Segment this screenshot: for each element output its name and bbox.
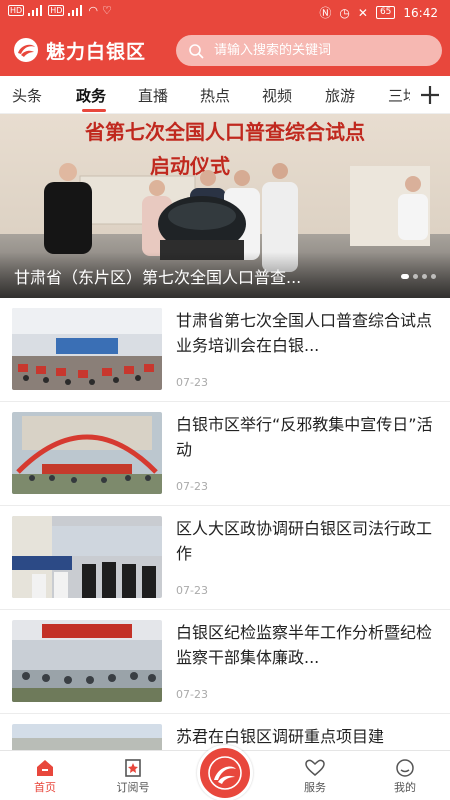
news-date: 07-23 (176, 688, 208, 701)
brand: 魅力白银区 (12, 36, 146, 64)
nav-profile-label: 我的 (394, 781, 416, 794)
signal-icon (68, 5, 84, 16)
list-item[interactable]: 区人大区政协调研白银区司法行政工作 07-23 (0, 506, 450, 610)
banner-caption[interactable]: 甘肃省（东片区）第七次全国人口普查... (14, 264, 301, 288)
news-list: 甘肃省第七次全国人口普查综合试点业务培训会在白银... 07-23 白银市区举行… (0, 298, 450, 750)
tab-headlines[interactable]: 头条 (12, 85, 42, 106)
subscribe-icon (125, 759, 141, 777)
mute-icon: ✕ (357, 5, 368, 20)
battery-icon: 65 (375, 6, 396, 19)
banner-carousel[interactable]: 省第七次全国人口普查综合试点 启动仪式 甘肃省（东片区）第七次全国人口普查... (0, 114, 450, 298)
search-input[interactable] (214, 43, 434, 58)
app-title: 魅力白银区 (46, 40, 147, 63)
news-title: 白银市区举行“反邪教集中宣传日”活动 (176, 415, 433, 459)
news-title: 白银区纪检监察半年工作分析暨纪检监察干部集体廉政... (176, 623, 433, 667)
news-date: 07-23 (176, 480, 208, 493)
clock: 16:42 (403, 5, 438, 20)
signal-icon (28, 5, 44, 16)
list-item[interactable]: 甘肃省第七次全国人口普查综合试点业务培训会在白银... 07-23 (0, 298, 450, 402)
tab-government[interactable]: 政务 (76, 85, 106, 106)
channel-tabs: 头条 政务 直播 热点 视频 旅游 三均 (0, 76, 450, 114)
app-header: HD HD ◠ ♡ Ⓝ ◷ ✕ 65 16:42 魅力白银区 (0, 0, 450, 76)
nav-center-button[interactable] (197, 745, 253, 800)
plus-icon (421, 86, 439, 104)
news-thumbnail (12, 620, 162, 702)
home-icon (37, 760, 53, 776)
nav-subscribe[interactable]: 订阅号 (98, 757, 168, 795)
nav-home-label: 首页 (34, 781, 56, 794)
notification-icon: ♡ (101, 4, 112, 17)
center-logo-icon (208, 756, 242, 790)
news-thumbnail (12, 308, 162, 390)
add-channel-button[interactable] (410, 76, 450, 113)
status-bar: HD HD ◠ ♡ Ⓝ ◷ ✕ 65 16:42 (0, 0, 450, 26)
tab-travel[interactable]: 旅游 (325, 85, 355, 106)
tab-live[interactable]: 直播 (138, 85, 168, 106)
nav-service[interactable]: 服务 (280, 757, 350, 795)
search-icon (189, 43, 204, 59)
bottom-nav: 首页 订阅号 服务 我的 (0, 745, 450, 800)
nav-home[interactable]: 首页 (10, 757, 80, 795)
carousel-indicator (401, 274, 436, 279)
news-date: 07-23 (176, 376, 208, 389)
nav-profile[interactable]: 我的 (370, 757, 440, 795)
tab-video[interactable]: 视频 (262, 85, 292, 106)
list-item[interactable]: 白银市区举行“反邪教集中宣传日”活动 07-23 (0, 402, 450, 506)
search-bar[interactable] (176, 35, 442, 66)
nav-subscribe-label: 订阅号 (116, 781, 150, 794)
news-thumbnail (12, 516, 162, 598)
sim-label: HD (8, 5, 25, 16)
news-title: 苏君在白银区调研重点项目建 (176, 727, 385, 746)
alarm-icon: ◷ (339, 5, 350, 20)
sim-label: HD (48, 5, 65, 16)
heart-hand-icon (305, 759, 325, 776)
active-tab-indicator (82, 109, 106, 112)
nfc-icon: Ⓝ (319, 6, 332, 20)
profile-icon (396, 759, 414, 777)
news-thumbnail (12, 412, 162, 494)
tab-hot[interactable]: 热点 (200, 85, 230, 106)
news-title: 区人大区政协调研白银区司法行政工作 (176, 519, 433, 563)
wifi-icon: ◠ (88, 4, 98, 17)
app-logo-icon (14, 38, 38, 62)
news-date: 07-23 (176, 584, 208, 597)
news-thumbnail (12, 724, 162, 750)
news-title: 甘肃省第七次全国人口普查综合试点业务培训会在白银... (176, 311, 433, 355)
nav-service-label: 服务 (304, 781, 326, 794)
list-item[interactable]: 白银区纪检监察半年工作分析暨纪检监察干部集体廉政... 07-23 (0, 610, 450, 714)
